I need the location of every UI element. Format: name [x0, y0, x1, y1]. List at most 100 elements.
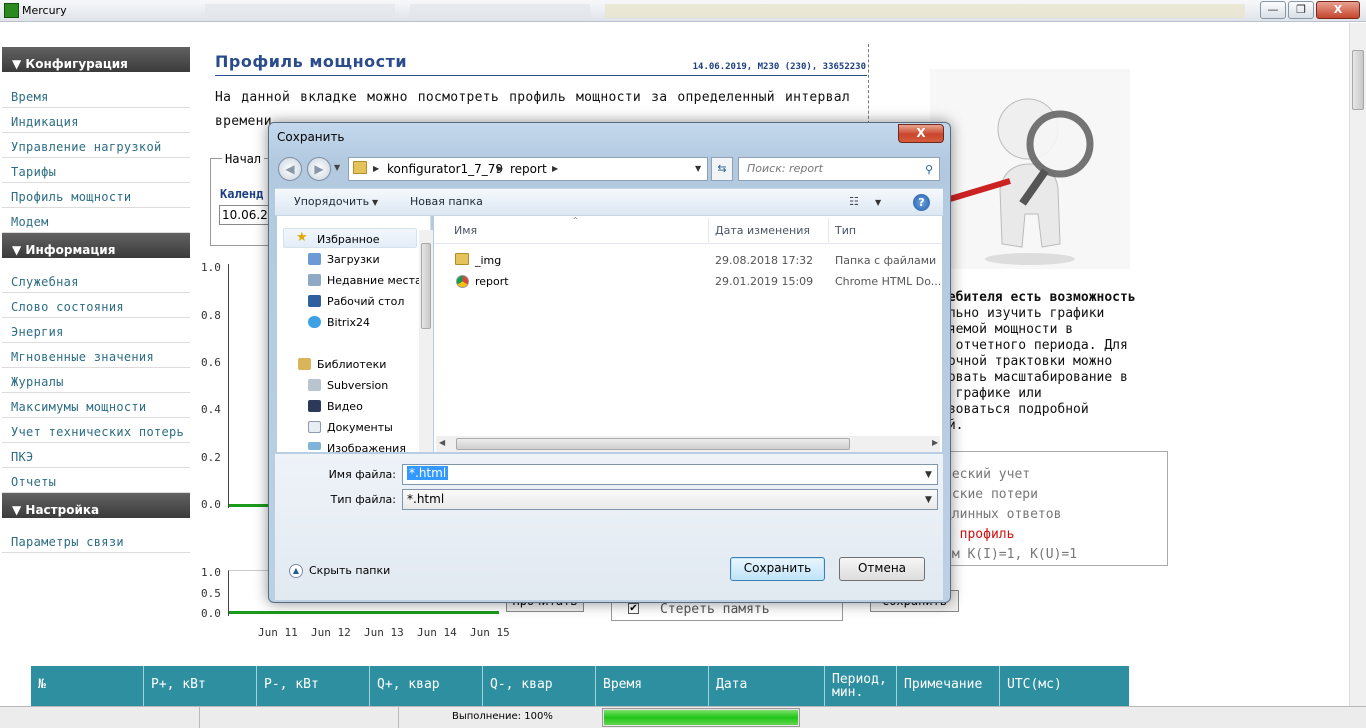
chevron-up-icon[interactable]: ▲ [289, 564, 303, 578]
column-date[interactable]: Дата изменения [715, 224, 810, 237]
sidebar-item-modem[interactable]: Модем [2, 208, 190, 233]
close-window-button[interactable]: X [1316, 1, 1360, 19]
organize-menu[interactable]: Упорядочить [294, 195, 369, 208]
filename-value[interactable]: *.html [407, 466, 449, 480]
scroll-thumb[interactable] [1352, 50, 1364, 110]
tree-item-downloads[interactable]: Загрузки [327, 253, 380, 266]
filename-input[interactable] [402, 464, 938, 485]
sidebar-item-energy[interactable]: Энергия [2, 318, 190, 343]
filetype-select[interactable] [402, 489, 938, 510]
sidebar-section-config[interactable]: ▼ Конфигурация [2, 47, 190, 72]
history-dropdown-icon[interactable]: ▼ [334, 163, 340, 172]
tree-scroll-thumb[interactable] [421, 243, 431, 329]
chart2-series-line [229, 611, 499, 614]
tree-item-bitrix24[interactable]: Bitrix24 [327, 316, 370, 329]
column-type[interactable]: Тип [835, 224, 856, 237]
table-col-q-minus: Q-, квар [483, 666, 596, 706]
maximize-button[interactable]: ❐ [1288, 1, 1314, 19]
filetype-dropdown-icon[interactable]: ▼ [925, 495, 932, 505]
horizontal-scroll-thumb[interactable] [456, 438, 850, 450]
navigation-tree [277, 216, 431, 452]
tree-item-pictures[interactable]: Изображения [327, 442, 406, 452]
help-button[interactable]: ? [913, 194, 930, 211]
tree-item-documents[interactable]: Документы [327, 421, 393, 434]
filename-dropdown-icon[interactable]: ▼ [925, 470, 932, 480]
dialog-save-button[interactable]: Сохранить [730, 557, 825, 581]
sidebar-item-connection[interactable]: Параметры связи [2, 528, 190, 553]
dialog-cancel-button[interactable]: Отмена [839, 557, 925, 581]
sidebar-section-settings[interactable]: ▼ Настройка [2, 493, 190, 518]
clear-memory-checkbox[interactable]: ✔ [628, 603, 639, 614]
arrow-right-icon: ▶ [314, 162, 324, 176]
minimize-button[interactable]: — [1260, 1, 1286, 19]
sidebar-item-service[interactable]: Служебная [2, 268, 190, 293]
breadcrumb-item[interactable]: konfigurator1_7_79 [387, 162, 503, 176]
forward-button[interactable]: ▶ [307, 157, 331, 181]
calendar-date-input[interactable]: 10.06.2019 [219, 205, 271, 225]
option-item[interactable]: еские потери [944, 487, 1038, 502]
chart2-xtick: Jun 15 [470, 626, 510, 639]
address-dropdown-icon[interactable]: ▼ [695, 164, 701, 173]
page-title: Профиль мощности [215, 52, 408, 71]
page-vertical-scrollbar[interactable] [1349, 23, 1366, 706]
pictures-icon [308, 442, 321, 450]
sidebar-item-instant-values[interactable]: Мгновенные значения [2, 343, 190, 368]
tree-item-video[interactable]: Видео [327, 400, 363, 413]
sidebar-section-info[interactable]: ▼ Информация [2, 233, 190, 258]
tree-item-subversion[interactable]: Subversion [327, 379, 388, 392]
view-options-icon[interactable]: ☷ [849, 195, 859, 208]
progress-bar [602, 708, 800, 727]
back-button[interactable]: ◀ [278, 157, 302, 181]
scroll-left-icon[interactable]: ◀ [439, 438, 445, 447]
sidebar-item-journals[interactable]: Журналы [2, 368, 190, 393]
sidebar-item-status-word[interactable]: Слово состояния [2, 293, 190, 318]
tree-item-desktop[interactable]: Рабочий стол [327, 295, 404, 308]
search-icon: ⚲ [925, 163, 934, 176]
option-item-active[interactable]: й профиль [944, 527, 1014, 542]
help-text-line: зовать масштабирование в [940, 370, 1128, 385]
tree-item-recent-places[interactable]: Недавние места [327, 274, 422, 287]
breadcrumb-item[interactable]: report [510, 162, 547, 176]
chart1-ytick: 0.0 [201, 498, 221, 511]
table-col-p-plus: P+, кВт [144, 666, 257, 706]
column-name[interactable]: Имя [454, 224, 477, 237]
sidebar-item-load-control[interactable]: Управление нагрузкой [2, 133, 190, 158]
table-col-q-plus: Q+, квар [370, 666, 483, 706]
column-separator[interactable] [828, 218, 829, 242]
sidebar-item-technical-losses[interactable]: Учет технических потерь [2, 418, 190, 443]
sidebar-item-time[interactable]: Время [2, 83, 190, 108]
calendar-label: Календ [220, 187, 264, 201]
save-dialog: Сохранить X ◀ ▶ ▼ ▶ konfigurator1_7_79 ▶… [268, 122, 951, 603]
dialog-close-button[interactable]: X [898, 124, 944, 143]
search-input[interactable]: Поиск: report [738, 157, 940, 181]
column-separator[interactable] [708, 218, 709, 242]
table-col-time: Время [596, 666, 709, 706]
view-dropdown-icon[interactable]: ▼ [875, 198, 881, 207]
new-folder-button[interactable]: Новая папка [410, 195, 483, 208]
video-icon [308, 400, 321, 412]
sidebar-item-indication[interactable]: Индикация [2, 108, 190, 133]
folder-icon [353, 161, 367, 174]
help-text-line: ей. [940, 418, 964, 433]
file-row-name[interactable]: _img [475, 254, 501, 267]
tree-item-libraries[interactable]: Библиотеки [317, 358, 386, 371]
hide-folders-button[interactable]: Скрыть папки [309, 564, 390, 577]
refresh-button[interactable]: ⇆ [711, 157, 733, 181]
option-item[interactable]: длинных ответов [944, 507, 1061, 522]
sidebar-item-power-profile[interactable]: Профиль мощности [2, 183, 190, 208]
sidebar-item-reports[interactable]: Отчеты [2, 468, 190, 493]
help-text: ребителя есть возможность ально изучить … [940, 290, 1180, 434]
option-item[interactable]: ческий учет [944, 467, 1030, 482]
tree-item-favorites[interactable]: Избранное [317, 233, 379, 246]
bitrix24-icon [308, 316, 321, 328]
table-col-note: Примечание [897, 666, 1000, 706]
file-row-name[interactable]: report [475, 275, 509, 288]
window-title: Mercury [22, 4, 67, 17]
status-separator [398, 707, 399, 728]
scroll-right-icon[interactable]: ▶ [932, 438, 938, 447]
sidebar-item-tariffs[interactable]: Тарифы [2, 158, 190, 183]
sidebar-item-power-maximums[interactable]: Максимумы мощности [2, 393, 190, 418]
file-row-date: 29.08.2018 17:32 [715, 254, 814, 267]
sidebar-item-pke[interactable]: ПКЭ [2, 443, 190, 468]
option-item[interactable]: ом K(I)=1, K(U)=1 [944, 547, 1077, 562]
